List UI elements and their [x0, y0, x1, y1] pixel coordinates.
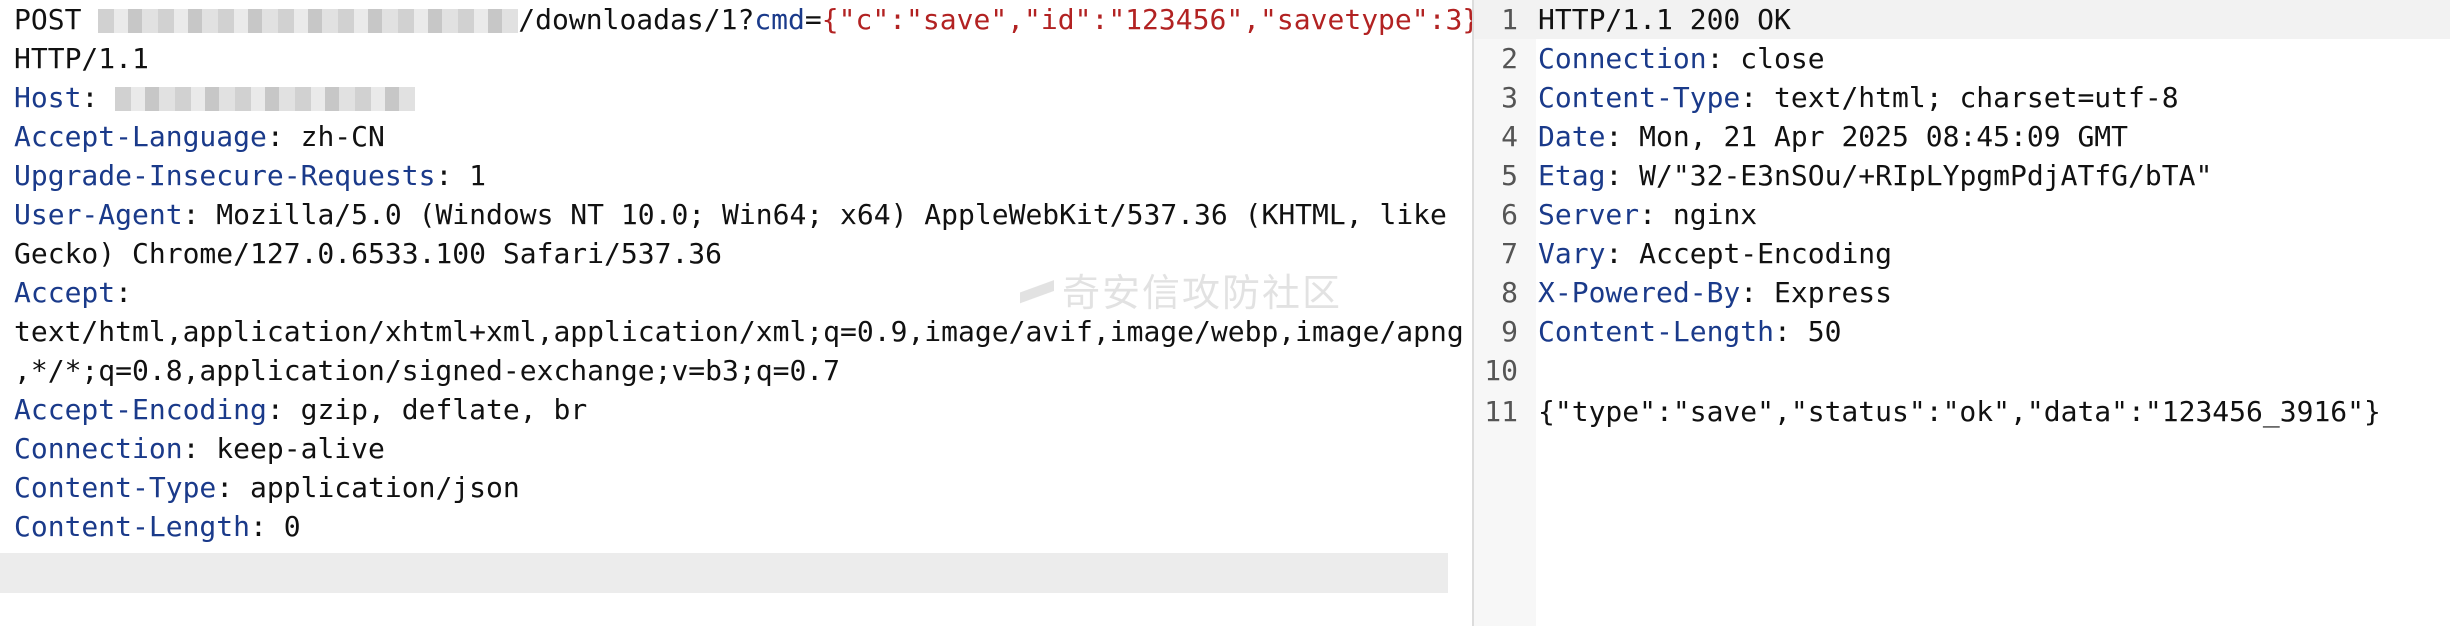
- header-value: gzip, deflate, br: [300, 393, 588, 426]
- request-header-accept-value-2: ,*/*;q=0.8,application/signed-exchange;v…: [14, 354, 841, 387]
- response-status-line: HTTP/1.1 200 OK: [1538, 3, 1791, 36]
- header-name: Content-Type: [1538, 81, 1741, 114]
- request-header-host: Host:: [14, 78, 1454, 117]
- request-header-user-agent-1: User-Agent: Mozilla/5.0 (Windows NT 10.0…: [14, 198, 1447, 231]
- line-number: 10: [1484, 354, 1518, 387]
- line-number: 1: [1501, 3, 1518, 36]
- header-value: zh-CN: [300, 120, 385, 153]
- header-value: Express: [1774, 276, 1893, 309]
- header-value: Mozilla/5.0 (Windows NT 10.0; Win64; x64…: [216, 198, 1447, 231]
- response-pane[interactable]: 1 HTTP/1.1 200 OK 2 Connection: close 3 …: [1474, 0, 2450, 626]
- response-line-8: 8 X-Powered-By: Express: [1474, 273, 2450, 312]
- line-number: 7: [1501, 237, 1518, 270]
- request-path: /downloadas/1?: [518, 3, 755, 36]
- header-value: W/"32-E3nSOu/+RIpLYpgmPdjATfG/bTA": [1639, 159, 2213, 192]
- response-line-3: 3 Content-Type: text/html; charset=utf-8: [1474, 78, 2450, 117]
- header-name: Content-Length: [1538, 315, 1775, 348]
- query-param-value: {"c":"save","id":"123456","savetype":3}: [821, 3, 1480, 36]
- header-value: 50: [1807, 315, 1842, 348]
- header-value: nginx: [1672, 198, 1758, 231]
- query-param-name: cmd: [754, 3, 805, 36]
- line-number: 4: [1501, 120, 1518, 153]
- request-body-line[interactable]: [0, 553, 1448, 593]
- header-name: Server: [1538, 198, 1640, 231]
- header-name: Connection: [14, 432, 183, 465]
- header-value: Accept-Encoding: [1639, 237, 1893, 270]
- line-number: 2: [1501, 42, 1518, 75]
- header-name: Host: [14, 81, 82, 114]
- header-name: Accept: [14, 276, 116, 309]
- request-header-accept-language: Accept-Language: zh-CN: [14, 120, 385, 153]
- request-header-upgrade-insecure: Upgrade-Insecure-Requests: 1: [14, 159, 487, 192]
- header-name: Date: [1538, 120, 1606, 153]
- line-number: 5: [1501, 159, 1518, 192]
- header-name: X-Powered-By: [1538, 276, 1741, 309]
- header-name: Connection: [1538, 42, 1707, 75]
- response-line-10: 10: [1474, 351, 2450, 392]
- header-value: 1: [469, 159, 487, 192]
- header-name: Accept-Language: [14, 120, 267, 153]
- header-name: Vary: [1538, 237, 1606, 270]
- header-value: Mon, 21 Apr 2025 08:45:09 GMT: [1639, 120, 2129, 153]
- line-number: 3: [1501, 81, 1518, 114]
- response-line-5: 5 Etag: W/"32-E3nSOu/+RIpLYpgmPdjATfG/bT…: [1474, 156, 2450, 195]
- header-value: 0: [283, 510, 301, 543]
- header-value: close: [1740, 42, 1825, 75]
- line-number: 6: [1501, 198, 1518, 231]
- watermark-logo-icon: [1020, 268, 1054, 316]
- header-name: User-Agent: [14, 198, 183, 231]
- redacted-host-in-url: [98, 9, 519, 33]
- request-header-accept-encoding: Accept-Encoding: gzip, deflate, br: [14, 393, 588, 426]
- header-name: Upgrade-Insecure-Requests: [14, 159, 436, 192]
- watermark: 奇安信攻防社区: [1020, 268, 1342, 316]
- header-value: keep-alive: [216, 432, 385, 465]
- response-viewer[interactable]: 1 HTTP/1.1 200 OK 2 Connection: close 3 …: [1474, 0, 2450, 431]
- header-value: application/json: [250, 471, 520, 504]
- redacted-host-value: [115, 87, 416, 111]
- response-line-9: 9 Content-Length: 50: [1474, 312, 2450, 351]
- line-number: 11: [1484, 395, 1518, 428]
- request-header-content-type: Content-Type: application/json: [14, 471, 520, 504]
- watermark-text: 奇安信攻防社区: [1062, 271, 1343, 315]
- response-line-2: 2 Connection: close: [1474, 39, 2450, 78]
- header-name: Content-Length: [14, 510, 251, 543]
- header-value: text/html; charset=utf-8: [1774, 81, 2179, 114]
- line-number: 9: [1501, 315, 1518, 348]
- response-line-11: 11 {"type":"save","status":"ok","data":"…: [1474, 392, 2450, 431]
- response-line-6: 6 Server: nginx: [1474, 195, 2450, 234]
- request-method: POST: [14, 3, 82, 36]
- request-line: POST /downloadas/1?cmd={"c":"save","id":…: [14, 0, 1479, 39]
- response-body: {"type":"save","status":"ok","data":"123…: [1538, 395, 2381, 428]
- request-protocol: HTTP/1.1: [14, 42, 149, 75]
- response-line-4: 4 Date: Mon, 21 Apr 2025 08:45:09 GMT: [1474, 117, 2450, 156]
- header-name: Content-Type: [14, 471, 217, 504]
- response-line-1: 1 HTTP/1.1 200 OK: [1474, 0, 2450, 39]
- response-line-7: 7 Vary: Accept-Encoding: [1474, 234, 2450, 273]
- header-name: Etag: [1538, 159, 1606, 192]
- request-header-connection: Connection: keep-alive: [14, 432, 385, 465]
- request-header-content-length: Content-Length: 0: [14, 510, 301, 543]
- request-header-accept-value-1: text/html,application/xhtml+xml,applicat…: [14, 315, 1464, 348]
- query-equals: =: [804, 3, 822, 36]
- header-name: Accept-Encoding: [14, 393, 267, 426]
- line-number: 8: [1501, 276, 1518, 309]
